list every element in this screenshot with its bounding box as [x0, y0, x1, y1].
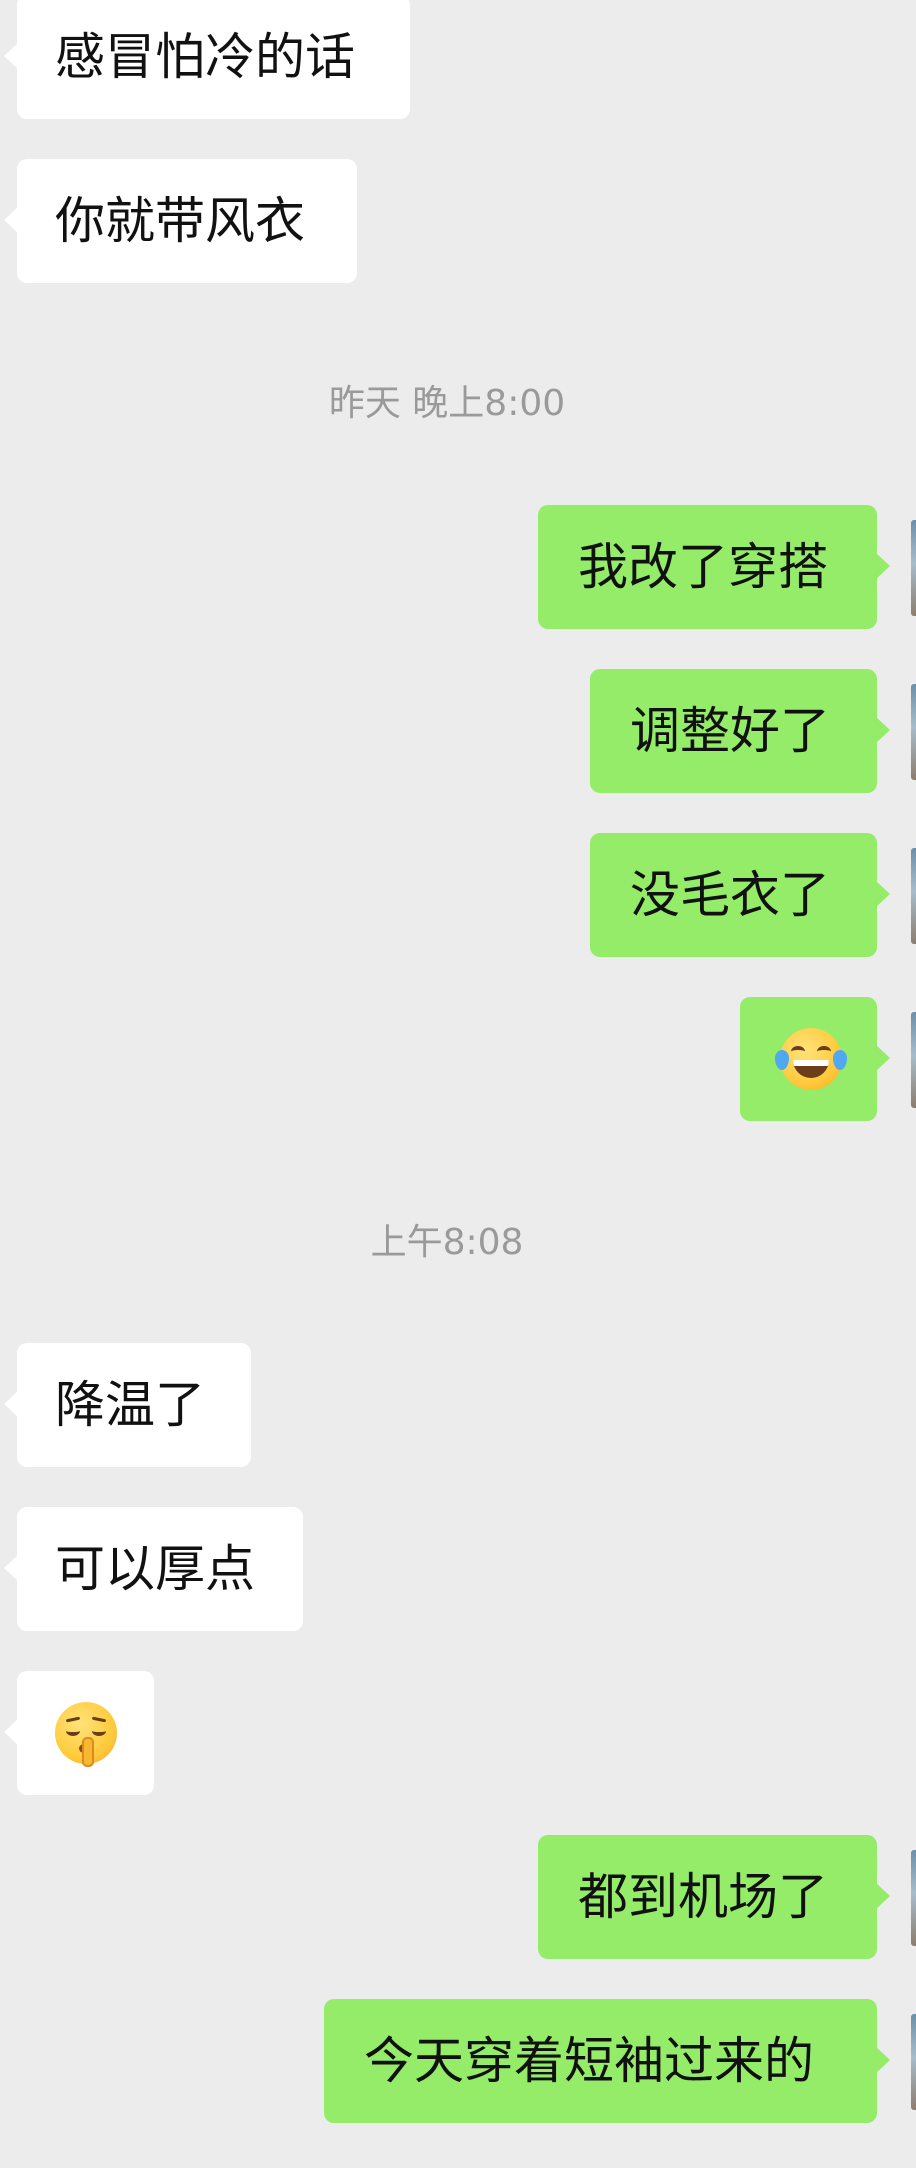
avatar[interactable] — [911, 1850, 916, 1946]
avatar[interactable] — [911, 2014, 916, 2110]
incoming-message-bubble[interactable]: 感冒怕冷的话 — [4, 0, 410, 119]
outgoing-message-bubble[interactable]: 调整好了 — [590, 669, 890, 793]
message-text: 没毛衣了 — [630, 866, 830, 924]
outgoing-message-bubble[interactable]: 今天穿着短袖过来的 — [324, 1999, 890, 2123]
avatar[interactable] — [911, 1012, 916, 1108]
incoming-message-bubble[interactable] — [4, 1671, 154, 1795]
message-text: 都到机场了 — [578, 1868, 828, 1926]
incoming-message-bubble[interactable]: 可以厚点 — [4, 1507, 303, 1631]
avatar[interactable] — [911, 520, 916, 616]
outgoing-message-bubble[interactable]: 没毛衣了 — [590, 833, 890, 957]
incoming-message-bubble[interactable]: 降温了 — [4, 1343, 251, 1467]
timestamp-divider: 昨天 晚上8:00 — [328, 383, 566, 424]
laughing-crying-face-icon — [775, 1028, 847, 1090]
chat-message-list[interactable]: 感冒怕冷的话 你就带风衣 昨天 晚上8:00 我改了穿搭 调整好了 没毛衣了 上… — [0, 0, 916, 2168]
message-text: 调整好了 — [630, 702, 830, 760]
outgoing-message-bubble[interactable] — [740, 997, 890, 1121]
message-text: 你就带风衣 — [55, 192, 305, 250]
message-text: 感冒怕冷的话 — [55, 28, 355, 86]
message-text: 降温了 — [55, 1376, 205, 1434]
incoming-message-bubble[interactable]: 你就带风衣 — [4, 159, 357, 283]
avatar[interactable] — [911, 684, 916, 780]
timestamp-divider: 上午8:08 — [370, 1222, 524, 1263]
message-text: 今天穿着短袖过来的 — [364, 2032, 814, 2090]
outgoing-message-bubble[interactable]: 我改了穿搭 — [538, 505, 890, 629]
shushing-face-icon — [55, 1702, 117, 1767]
outgoing-message-bubble[interactable]: 都到机场了 — [538, 1835, 890, 1959]
avatar[interactable] — [911, 848, 916, 944]
message-text: 我改了穿搭 — [578, 538, 828, 596]
message-text: 可以厚点 — [55, 1540, 255, 1598]
